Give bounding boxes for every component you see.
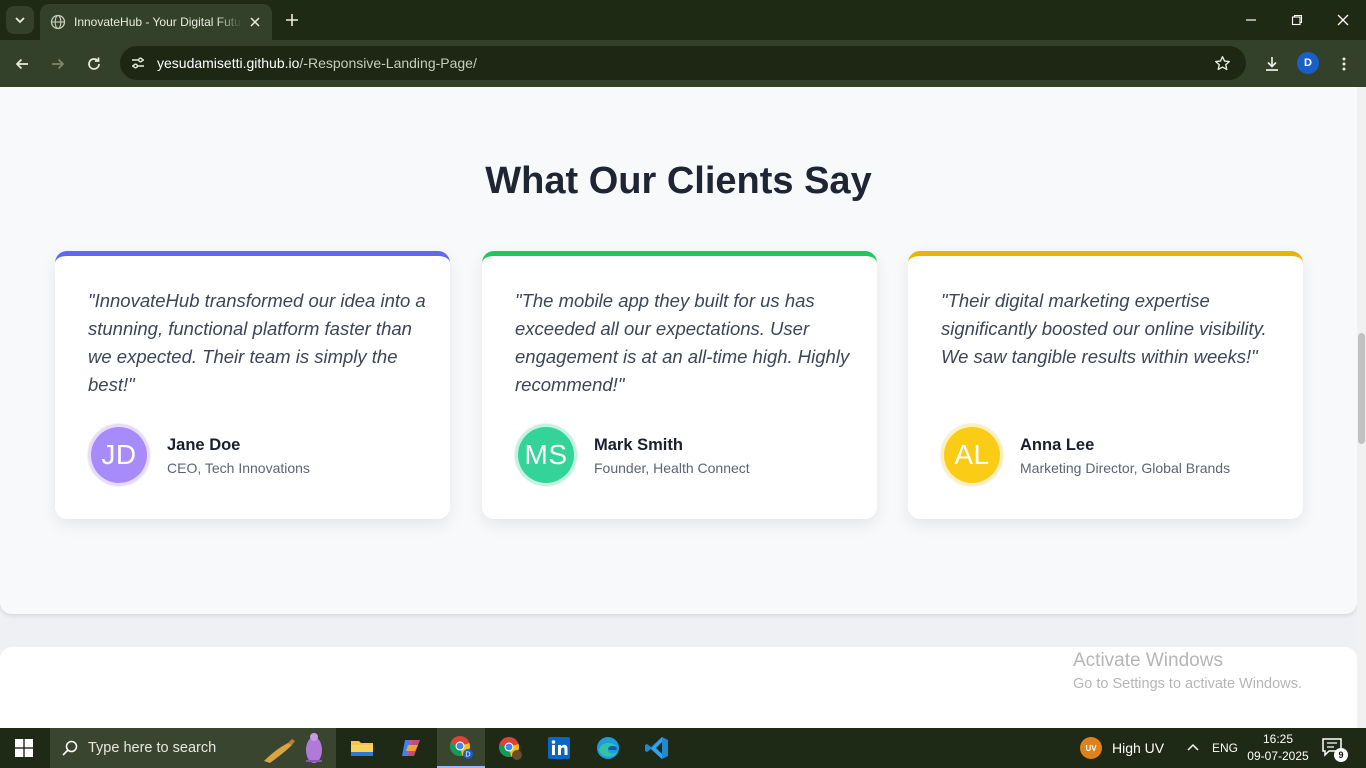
taskbar-clock[interactable]: 16:25 09-07-2025 (1244, 731, 1312, 765)
section-heading: What Our Clients Say (485, 160, 872, 202)
arrow-left-icon (15, 58, 28, 70)
weather-widget[interactable]: UV High UV (1080, 728, 1164, 768)
notification-center-button[interactable]: 9 (1320, 736, 1350, 762)
taskbar-search-box[interactable]: Type here to search (50, 728, 336, 768)
restore-icon (1291, 14, 1303, 26)
chevron-down-icon (15, 17, 25, 24)
uv-badge: UV (1080, 737, 1102, 759)
testimonial-quote: "Their digital marketing expertise signi… (941, 290, 1267, 367)
browser-tab-bar: InnovateHub - Your Digital Future (0, 0, 1366, 40)
downloads-button[interactable] (1258, 50, 1286, 78)
tray-overflow-button[interactable] (1186, 728, 1200, 768)
profile-avatar[interactable]: D (1297, 52, 1319, 74)
search-highlight-illustration-icon (264, 733, 322, 763)
testimonial-card: "InnovateHub transformed our idea into a… (55, 251, 450, 519)
back-button[interactable] (8, 50, 36, 78)
tab-title: InnovateHub - Your Digital Future (74, 15, 242, 29)
client-name: Mark Smith (594, 436, 683, 454)
url-host: yesudamisetti.github.io (157, 55, 300, 71)
avatar: JD (88, 424, 150, 486)
arrow-right-icon (52, 58, 65, 70)
close-icon (1337, 14, 1349, 26)
taskbar-vscode[interactable] (633, 728, 681, 768)
page-viewport: What Our Clients Say "InnovateHub transf… (0, 87, 1366, 728)
clock-date: 09-07-2025 (1247, 749, 1309, 763)
reload-icon (88, 57, 100, 70)
client-role: CEO, Tech Innovations (167, 460, 310, 476)
vscode-icon (645, 737, 668, 759)
language-indicator[interactable]: ENG (1212, 728, 1238, 768)
address-bar[interactable]: yesudamisetti.github.io/-Responsive-Land… (120, 46, 1246, 80)
chrome-icon (498, 737, 522, 760)
chrome-profile-icon: D (449, 736, 473, 759)
avatar: AL (941, 424, 1003, 486)
watermark-subtitle: Go to Settings to activate Windows. (1073, 676, 1302, 692)
globe-icon (50, 14, 66, 30)
testimonial-card: "Their digital marketing expertise signi… (908, 251, 1303, 519)
new-tab-button[interactable] (280, 8, 304, 32)
testimonials-section: What Our Clients Say "InnovateHub transf… (0, 87, 1357, 614)
client-name: Anna Lee (1020, 436, 1095, 454)
close-window-button[interactable] (1320, 0, 1366, 40)
client-name: Jane Doe (167, 436, 241, 454)
edge-icon (597, 737, 619, 759)
url-path: /-Responsive-Landing-Page/ (299, 55, 477, 71)
browser-menu-button[interactable] (1330, 50, 1358, 78)
tab-search-button[interactable] (6, 6, 34, 34)
page-scrollbar[interactable] (1357, 87, 1366, 728)
testimonial-quote: "The mobile app they built for us has ex… (515, 290, 850, 395)
search-placeholder: Type here to search (88, 740, 217, 756)
more-vertical-icon (1342, 57, 1346, 71)
restore-button[interactable] (1274, 0, 1320, 40)
start-button[interactable] (0, 728, 48, 768)
search-icon (60, 738, 80, 758)
site-settings-icon[interactable] (128, 53, 148, 73)
weather-text: High UV (1112, 740, 1165, 756)
activate-windows-watermark: Activate Windows Go to Settings to activ… (1073, 650, 1302, 692)
browser-tab-active[interactable]: InnovateHub - Your Digital Future (40, 4, 272, 40)
scrollbar-thumb[interactable] (1358, 333, 1365, 444)
testimonial-quote: "InnovateHub transformed our idea into a… (88, 290, 426, 395)
reload-button[interactable] (80, 50, 108, 78)
copilot-icon (402, 740, 420, 756)
windows-taskbar: Type here to search D UV High UV ENG 16: (0, 728, 1366, 768)
client-role: Marketing Director, Global Brands (1020, 460, 1231, 476)
chevron-up-icon (1187, 743, 1199, 751)
testimonial-card: "The mobile app they built for us has ex… (482, 251, 877, 519)
taskbar-edge[interactable] (584, 728, 632, 768)
url-text: yesudamisetti.github.io/-Responsive-Land… (157, 55, 477, 71)
taskbar-copilot[interactable] (387, 728, 435, 768)
minimize-button[interactable] (1228, 0, 1274, 40)
svg-text:D: D (465, 751, 470, 759)
minimize-icon (1246, 19, 1256, 21)
linkedin-icon (548, 737, 570, 759)
clock-time: 16:25 (1262, 732, 1294, 746)
client-role: Founder, Health Connect (594, 460, 750, 476)
tab-close-icon[interactable] (246, 13, 264, 31)
notification-count-badge: 9 (1334, 748, 1348, 762)
file-explorer-icon (351, 741, 373, 756)
forward-button[interactable] (44, 50, 72, 78)
taskbar-chrome[interactable] (486, 728, 534, 768)
taskbar-file-explorer[interactable] (338, 728, 386, 768)
watermark-title: Activate Windows (1073, 650, 1223, 671)
avatar: MS (515, 424, 577, 486)
download-icon (1266, 57, 1278, 71)
taskbar-linkedin[interactable] (535, 728, 583, 768)
browser-toolbar: yesudamisetti.github.io/-Responsive-Land… (0, 40, 1366, 87)
windows-logo-icon (15, 739, 33, 757)
taskbar-chrome-profile[interactable]: D (437, 728, 485, 768)
plus-icon (286, 14, 298, 26)
bookmark-star-icon[interactable] (1212, 53, 1232, 73)
